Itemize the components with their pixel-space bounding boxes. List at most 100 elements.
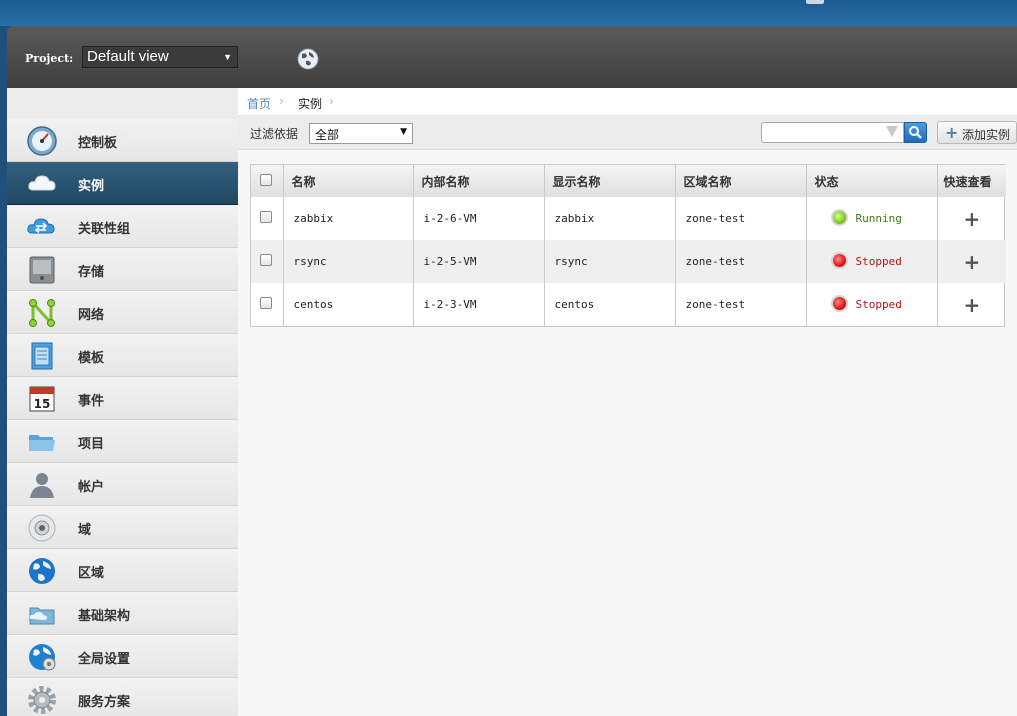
sidebar-item-label: 服务方案: [78, 695, 131, 710]
row-checkbox[interactable]: [260, 297, 272, 309]
add-instance-label: 添加实例: [962, 128, 1011, 142]
filter-select-value: 全部: [315, 128, 340, 142]
infrastructure-icon: [29, 607, 55, 625]
sidebar-item-storage[interactable]: 存储: [7, 248, 238, 291]
top-strip: [0, 0, 1017, 26]
column-header-state[interactable]: 状态: [806, 165, 938, 197]
globe-icon[interactable]: [297, 48, 319, 70]
cell-internal-name: i-2-3-VM: [413, 283, 545, 326]
affinity-group-icon: [27, 218, 55, 234]
user-icon: [30, 473, 54, 498]
sidebar-item-projects[interactable]: 项目: [7, 420, 238, 463]
row-checkbox[interactable]: [260, 254, 272, 266]
search-input[interactable]: [761, 122, 904, 143]
row-select-cell: [251, 240, 284, 283]
column-header-name[interactable]: 名称: [283, 165, 414, 197]
stopped-status-icon: [832, 254, 846, 268]
cell-state: Stopped: [806, 283, 938, 326]
cell-internal-name: i-2-6-VM: [413, 197, 545, 240]
sidebar-item-events[interactable]: 15 事件: [7, 377, 238, 420]
column-header-display-name[interactable]: 显示名称: [544, 165, 676, 197]
top-user-chip[interactable]: [806, 0, 824, 4]
sidebar-item-affinity-groups[interactable]: 关联性组: [7, 205, 238, 248]
row-select-cell: [251, 197, 284, 240]
project-bar: Project: Default view ▼: [7, 26, 1017, 88]
select-all-checkbox[interactable]: [260, 173, 272, 186]
cell-zone-name: zone-test: [675, 240, 807, 283]
calendar-icon: 15: [29, 386, 55, 412]
sidebar-item-infrastructure[interactable]: 基础架构: [7, 592, 238, 635]
sidebar-item-label: 模板: [78, 351, 105, 366]
table-row[interactable]: centos i-2-3-VM centos zone-test Stopped…: [251, 283, 1006, 326]
main-content: 首页 › 实例 › 过滤依据 全部 ▼ + 添加实例 名称 内部名称 显示名称 …: [238, 88, 1017, 716]
sidebar-item-network[interactable]: 网络: [7, 291, 238, 334]
quickview-plus-icon[interactable]: +: [964, 207, 981, 231]
filter-funnel-icon[interactable]: [886, 126, 898, 137]
storage-icon: [29, 256, 55, 284]
breadcrumb-current: 实例: [298, 97, 323, 111]
quickview-plus-icon[interactable]: +: [964, 293, 981, 317]
sidebar-item-label: 区域: [78, 566, 105, 581]
sidebar-item-label: 项目: [78, 437, 105, 452]
sidebar-item-zones[interactable]: 区域: [7, 549, 238, 592]
gear-icon: [28, 686, 56, 714]
cell-state: Stopped: [806, 240, 938, 283]
table-row[interactable]: zabbix i-2-6-VM zabbix zone-test Running…: [251, 197, 1006, 240]
sidebar-item-label: 控制板: [78, 136, 118, 151]
project-select[interactable]: Default view ▼: [82, 46, 238, 68]
filter-bar: 过滤依据 全部 ▼ + 添加实例: [238, 116, 1017, 150]
sidebar-item-instances[interactable]: 实例: [7, 162, 238, 205]
row-select-cell: [251, 283, 284, 326]
sidebar-item-label: 事件: [78, 394, 105, 409]
cell-name[interactable]: zabbix: [283, 197, 414, 240]
add-instance-button[interactable]: + 添加实例: [937, 121, 1017, 144]
cell-name[interactable]: rsync: [283, 240, 414, 283]
sidebar-item-service-offerings[interactable]: 服务方案: [7, 678, 238, 716]
status-text: Stopped: [855, 297, 902, 311]
cell-quickview: +: [937, 197, 1006, 240]
cell-zone-name: zone-test: [675, 197, 807, 240]
sidebar-item-label: 实例: [78, 179, 105, 194]
cell-zone-name: zone-test: [675, 283, 807, 326]
status-text: Running: [855, 211, 902, 225]
quickview-plus-icon[interactable]: +: [964, 250, 981, 274]
filter-label: 过滤依据: [250, 127, 299, 141]
chevron-down-icon: ▼: [223, 52, 232, 62]
column-header-internal-name[interactable]: 内部名称: [413, 165, 545, 197]
search-button[interactable]: [904, 122, 927, 143]
breadcrumb-home[interactable]: 首页: [247, 95, 271, 112]
column-header-zone-name[interactable]: 区域名称: [675, 165, 807, 197]
cell-display-name: centos: [544, 283, 676, 326]
sidebar-item-label: 网络: [78, 308, 105, 323]
breadcrumb-separator: ›: [329, 94, 334, 108]
breadcrumb: 首页 › 实例 ›: [238, 88, 1017, 116]
sidebar-item-label: 基础架构: [78, 609, 131, 624]
chevron-down-icon: ▼: [400, 127, 407, 137]
cloud-icon: [28, 175, 56, 191]
project-label: Project:: [25, 52, 74, 65]
instances-table: 名称 内部名称 显示名称 区域名称 状态 快速查看 zabbix i-2-6-V…: [250, 164, 1006, 327]
row-checkbox[interactable]: [260, 211, 272, 223]
sidebar-item-domains[interactable]: 域: [7, 506, 238, 549]
globe-icon: [29, 558, 55, 584]
cell-quickview: +: [937, 240, 1006, 283]
sidebar-item-dashboard[interactable]: 控制板: [7, 119, 238, 162]
sidebar-item-global-settings[interactable]: 全局设置: [7, 635, 238, 678]
sidebar-item-accounts[interactable]: 帐户: [7, 463, 238, 506]
svg-text:15: 15: [34, 397, 51, 411]
folder-icon: [29, 435, 55, 451]
global-settings-icon: [29, 644, 56, 671]
plus-icon: +: [945, 123, 959, 142]
sidebar-item-label: 帐户: [78, 480, 105, 495]
filter-select[interactable]: 全部 ▼: [309, 123, 413, 144]
table-row[interactable]: rsync i-2-5-VM rsync zone-test Stopped +: [251, 240, 1006, 283]
cell-state: Running: [806, 197, 938, 240]
project-select-value: Default view: [87, 48, 169, 65]
sidebar-item-label: 存储: [78, 265, 105, 280]
select-all-cell: [251, 165, 284, 197]
cell-name[interactable]: centos: [283, 283, 414, 326]
cell-quickview: +: [937, 283, 1006, 326]
cell-internal-name: i-2-5-VM: [413, 240, 545, 283]
sidebar-item-label: 全局设置: [78, 652, 131, 667]
sidebar-item-templates[interactable]: 模板: [7, 334, 238, 377]
